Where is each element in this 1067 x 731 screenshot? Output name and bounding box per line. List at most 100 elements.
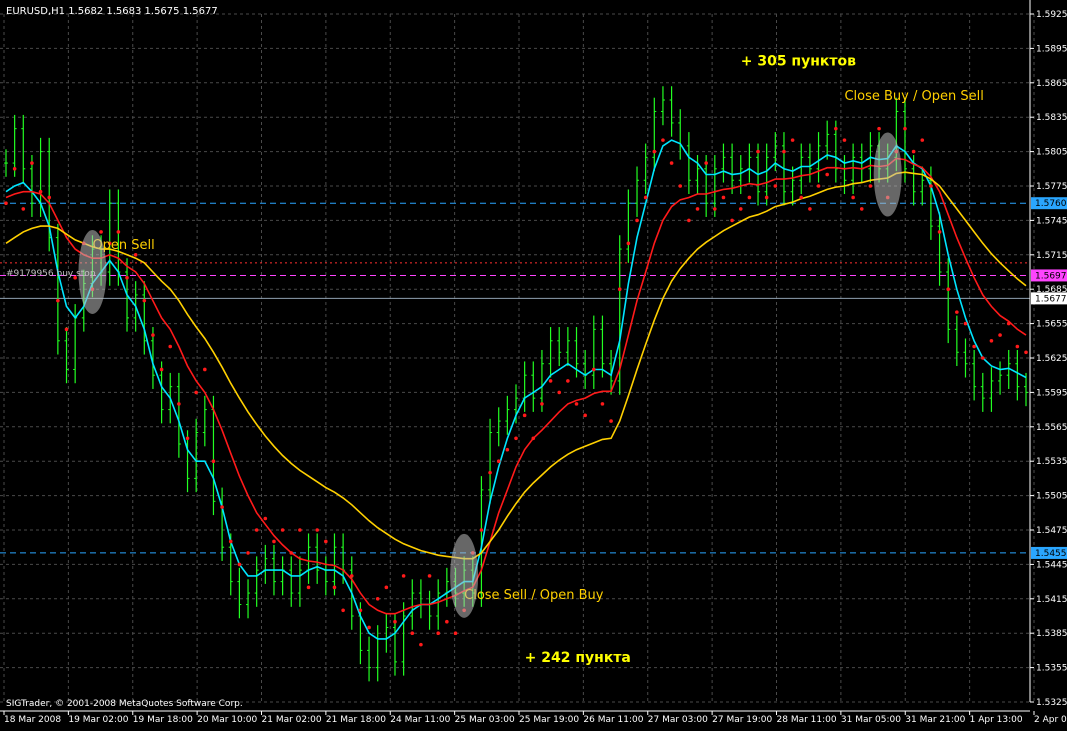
sar-dot: [600, 402, 605, 406]
sar-dot: [799, 195, 804, 200]
sar-dot: [194, 390, 198, 395]
sar-dot: [687, 218, 691, 223]
sar-dot: [963, 321, 968, 326]
sar-dot: [453, 631, 458, 635]
sar-dot: [12, 167, 17, 171]
symbol-header: EURUSD,H1 1.5682 1.5683 1.5675 1.5677: [6, 6, 218, 17]
sar-dot: [756, 149, 760, 154]
sar-dot: [419, 642, 423, 647]
y-tick-label: 1.5805: [1036, 148, 1067, 158]
x-tick-label: 28 Mar 11:00: [777, 715, 837, 725]
sar-dot: [626, 241, 631, 246]
sar-dot: [851, 195, 855, 200]
sar-dot: [868, 184, 873, 188]
sar-dot: [859, 207, 864, 211]
sar-dot: [989, 339, 994, 343]
sar-dot: [185, 436, 190, 441]
x-tick-label: 27 Mar 19:00: [712, 715, 772, 725]
sar-dot: [496, 459, 501, 464]
sar-dot: [808, 207, 812, 211]
sar-dot: [64, 327, 69, 332]
sar-dot: [998, 333, 1002, 337]
sar-dot: [643, 195, 648, 200]
sar-dot: [782, 149, 786, 154]
sar-dot: [773, 184, 778, 188]
y-tick-label: 1.5325: [1036, 698, 1067, 708]
sar-dot: [514, 436, 518, 441]
sar-dot: [920, 138, 925, 142]
sar-dot: [652, 149, 657, 154]
sar-dot: [1006, 321, 1011, 326]
x-tick-label: 25 Mar 03:00: [455, 715, 515, 725]
sar-dot: [289, 551, 294, 555]
sar-dot: [427, 574, 432, 578]
sar-dot: [574, 402, 579, 406]
y-tick-label: 1.5655: [1036, 320, 1067, 330]
sar-dot: [955, 310, 959, 314]
sar-dot: [280, 528, 285, 532]
x-tick-label: 19 Mar 18:00: [133, 715, 193, 725]
price-marker-label: 1.5697: [1035, 271, 1067, 281]
x-tick-label: 2 Apr 05:00: [1034, 715, 1067, 725]
sar-dot: [246, 551, 250, 555]
sar-dot: [747, 195, 752, 200]
sar-dot: [436, 631, 441, 635]
sar-dot: [1015, 344, 1020, 349]
y-tick-label: 1.5745: [1036, 216, 1067, 226]
sar-dot: [21, 207, 26, 211]
y-tick-label: 1.5445: [1036, 560, 1067, 570]
sar-dot: [678, 184, 683, 188]
sar-dot: [375, 597, 380, 601]
sar-dot: [505, 447, 510, 452]
y-tick-label: 1.5925: [1036, 10, 1067, 20]
sar-dot: [531, 436, 536, 441]
sar-dot: [929, 184, 933, 188]
sar-dot: [980, 356, 985, 360]
sar-dot: [445, 619, 449, 624]
sar-dot: [591, 367, 596, 372]
chart-svg[interactable]: Open SellClose Sell / Open Buy+ 242 пунк…: [0, 0, 1067, 727]
sar-dot: [211, 459, 216, 464]
annotation-text: + 242 пункта: [525, 650, 631, 666]
sar-dot: [911, 149, 916, 154]
y-tick-label: 1.5385: [1036, 629, 1067, 639]
sar-dot: [522, 413, 527, 418]
sar-dot: [228, 539, 233, 544]
sar-dot: [583, 413, 587, 418]
sar-dot: [790, 138, 795, 142]
sar-dot: [324, 539, 328, 544]
sar-dot: [738, 207, 743, 211]
x-tick-label: 19 Mar 02:00: [68, 715, 128, 725]
highlight-ellipse: [873, 132, 902, 217]
sar-dot: [272, 539, 276, 544]
sar-dot: [479, 528, 484, 532]
sar-dot: [263, 516, 268, 521]
x-tick-label: 21 Mar 18:00: [326, 715, 386, 725]
sar-dot: [877, 126, 881, 131]
copyright: SIGTrader, © 2001-2008 MetaQuotes Softwa…: [6, 699, 243, 709]
sar-dot: [367, 625, 371, 630]
price-chart[interactable]: Open Sell Close Sell / Open Buy + 242 пунк…: [0, 0, 1067, 727]
sar-dot: [903, 126, 907, 131]
x-tick-label: 24 Mar 11:00: [390, 715, 450, 725]
y-tick-label: 1.5775: [1036, 182, 1067, 192]
sar-dot: [410, 631, 415, 635]
sar-dot: [661, 138, 665, 142]
sar-dot: [159, 367, 164, 372]
price-marker-label: 1.5760: [1035, 199, 1067, 209]
sar-dot: [151, 333, 155, 337]
x-tick-label: 26 Mar 11:00: [583, 715, 643, 725]
sar-dot: [834, 126, 838, 131]
x-tick-label: 20 Mar 10:00: [197, 715, 257, 725]
sar-dot: [704, 161, 708, 165]
x-tick-label: 25 Mar 19:00: [519, 715, 579, 725]
sar-dot: [669, 161, 674, 165]
sar-dot: [713, 207, 717, 211]
sar-dot: [99, 230, 103, 234]
y-tick-label: 1.5415: [1036, 595, 1067, 605]
sar-dot: [168, 344, 173, 349]
y-tick-label: 1.5865: [1036, 79, 1067, 89]
sar-dot: [30, 161, 34, 165]
sar-dot: [721, 195, 726, 200]
sar-dot: [332, 585, 337, 590]
